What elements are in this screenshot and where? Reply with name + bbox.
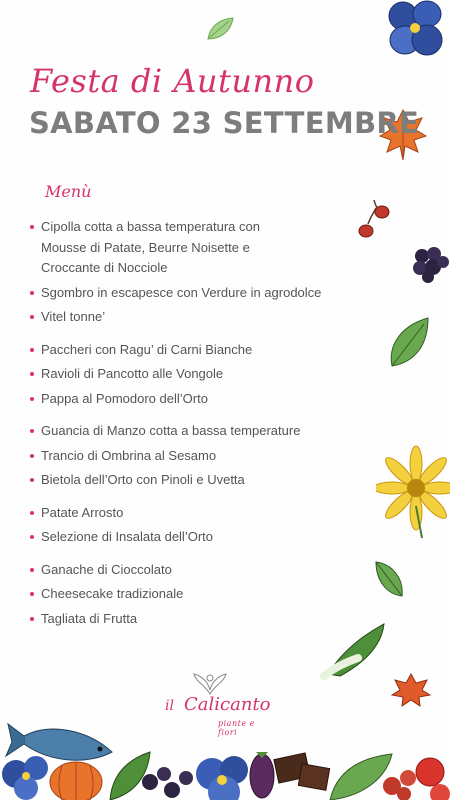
fish-icon <box>4 722 113 761</box>
logo-name: Calicanto <box>184 694 271 715</box>
green-leaf-icon <box>390 317 429 367</box>
menu-item: Cheesecake tradizionale <box>28 584 358 605</box>
sunflower-icon <box>376 445 450 539</box>
menu-item-continuation: Mousse di Patate, Beurre Noisette e <box>41 239 250 255</box>
menu-item: Ganache di Cioccolato <box>28 560 358 581</box>
event-title: Festa di Autunno <box>30 62 315 100</box>
menu-item: Ravioli di Pancotto alle Vongole <box>28 364 358 385</box>
menu-page: Festa di Autunno SABATO 23 SETTEMBRE Men… <box>0 0 450 800</box>
event-date: SABATO 23 SETTEMBRE <box>29 106 420 140</box>
menu-item: Cipolla cotta a bassa temperatura con <box>28 217 358 238</box>
menu-item: Trancio di Ombrina al Sesamo <box>28 446 358 467</box>
menu-item: Bietola dell’Orto con Pinoli e Uvetta <box>28 470 358 491</box>
menu-item: Vitel tonne’ <box>28 307 358 328</box>
menu-item: Selezione di Insalata dell’Orto <box>28 527 358 548</box>
menu-item: Pappa al Pomodoro dell’Orto <box>28 389 358 410</box>
flower-sketch-icon <box>193 673 227 695</box>
pansy-flower-icon <box>388 0 443 56</box>
menu-item: Tagliata di Frutta <box>28 609 358 630</box>
menu-item: Paccheri con Ragu’ di Carni Bianche <box>28 340 358 361</box>
red-leaf-icon <box>390 672 432 708</box>
small-leaf-icon <box>375 561 403 597</box>
menu-item: Guancia di Manzo cotta a bassa temperatu… <box>28 421 358 442</box>
menu-item: Patate Arrosto <box>28 503 358 524</box>
logo-article: il <box>165 698 174 714</box>
leaf-icon <box>207 17 234 40</box>
menu-list: Cipolla cotta a bassa temperatura con Mo… <box>28 217 358 633</box>
vegetables-border <box>2 722 450 800</box>
menu-item: Sgombro in escapesce con Verdure in agro… <box>28 283 358 304</box>
menu-heading: Menù <box>45 182 92 201</box>
menu-item-continuation: Croccante di Nocciole <box>41 260 168 275</box>
blackberry-icon <box>413 247 449 283</box>
rosehip-icon <box>358 199 390 238</box>
